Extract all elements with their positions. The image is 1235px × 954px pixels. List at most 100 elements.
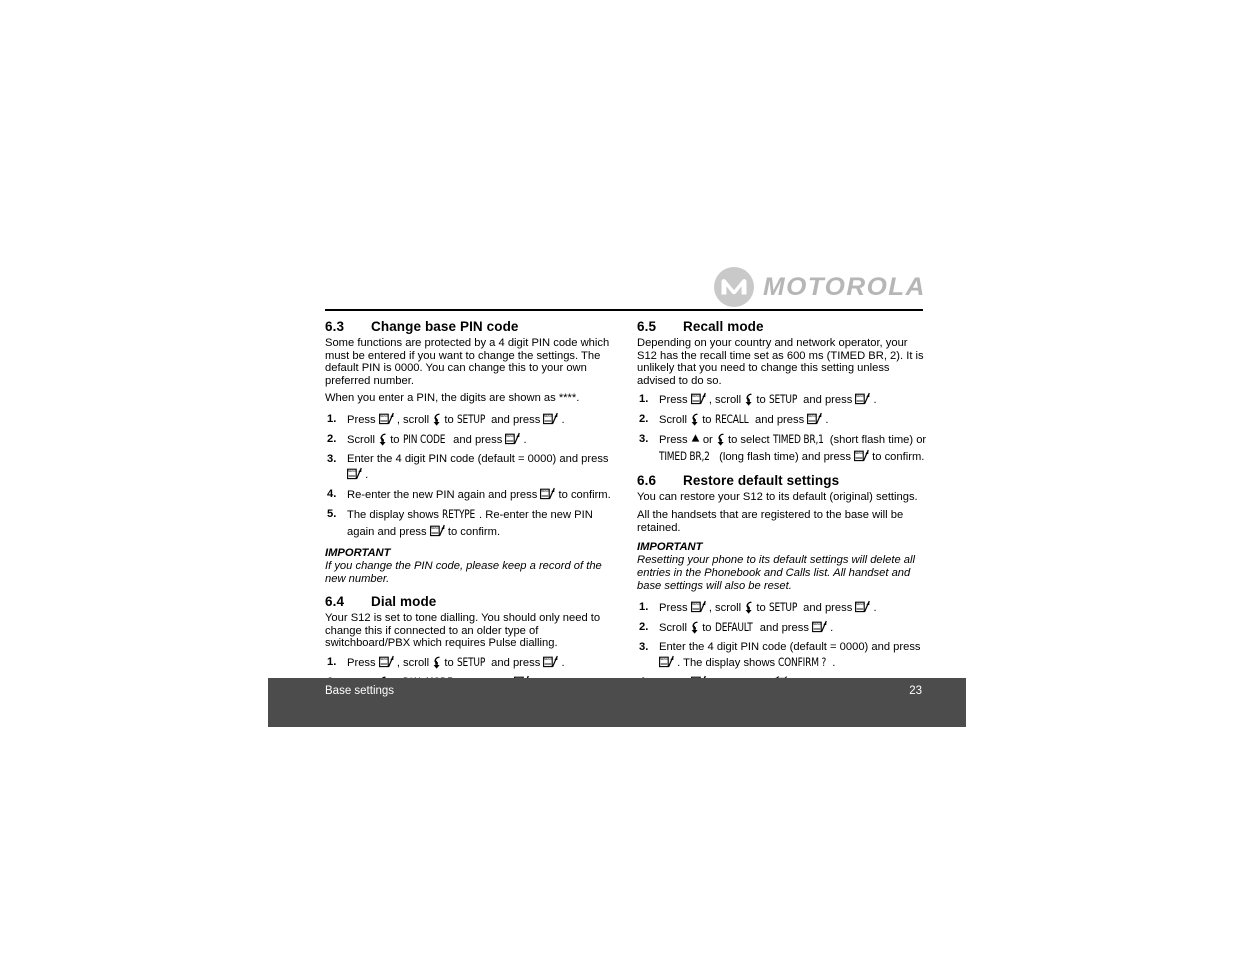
step-text: to confirm. <box>555 489 611 502</box>
svg-text:MENU: MENU <box>507 434 515 438</box>
step-text: . <box>558 413 565 426</box>
step-list: Press MENU , scroll to SETUP and press M… <box>637 392 929 465</box>
menu-softkey-icon: MENU <box>543 412 559 425</box>
step-list: Press MENU , scroll to SETUP and press M… <box>325 412 617 541</box>
scroll-down-handset-icon <box>744 393 753 406</box>
section-heading: 6.5 Recall mode <box>637 318 929 335</box>
footer-page-number: 23 <box>909 685 922 697</box>
step-text: and press <box>488 656 544 669</box>
scroll-down-handset-icon <box>744 601 753 614</box>
step-text: . <box>558 656 565 669</box>
step-text: . <box>870 394 877 407</box>
document-page: MOTOROLA 6.3 Change base PIN code Some fun… <box>0 0 1235 954</box>
motorola-batwing-icon <box>714 267 754 307</box>
step-text: . The display shows <box>674 657 779 670</box>
section-heading: 6.4 Dial mode <box>325 593 617 610</box>
step-text: . <box>362 469 369 482</box>
menu-softkey-icon: MENU <box>690 392 706 405</box>
display-text: SETUP <box>456 654 485 669</box>
section-paragraph: You can restore your S12 to its default … <box>637 491 918 504</box>
svg-text:MENU: MENU <box>857 394 865 398</box>
step-item: Enter the 4 digit PIN code (default = 00… <box>325 452 617 484</box>
step-item: Scroll to PIN CODE and press MENU . <box>325 432 617 449</box>
step-text: , scroll <box>705 394 745 407</box>
step-item: Press MENU , scroll to SETUP and press M… <box>325 655 617 672</box>
step-text: and press <box>800 394 856 407</box>
section-number: 6.5 <box>637 319 657 334</box>
step-text: The display shows <box>347 509 443 522</box>
section-title: Recall mode <box>683 319 764 334</box>
section-number: 6.4 <box>325 594 345 610</box>
header-divider-rule <box>325 309 923 311</box>
important-heading: IMPORTANT <box>637 541 703 554</box>
step-text: to select <box>724 434 773 447</box>
svg-text:MENU: MENU <box>431 526 439 530</box>
section-title: Dial mode <box>371 594 437 610</box>
step-text: (long flash time) and press <box>716 450 855 463</box>
menu-softkey-icon: MENU <box>378 412 394 425</box>
display-text: RECALL <box>714 412 749 427</box>
step-text: Press <box>659 394 691 407</box>
svg-text:MENU: MENU <box>857 602 865 606</box>
step-text: Enter the 4 digit PIN code (default = 00… <box>659 640 921 653</box>
menu-softkey-icon: MENU <box>540 487 556 500</box>
section-heading: 6.6 Restore default settings <box>637 472 929 489</box>
step-text: Scroll <box>659 621 691 634</box>
step-item: Enter the 4 digit PIN code (default = 00… <box>637 640 929 672</box>
step-text: Press <box>659 601 691 614</box>
step-text: Press <box>347 413 379 426</box>
display-text: DEFAULT <box>714 619 753 634</box>
display-text: SETUP <box>768 599 797 614</box>
step-text: . <box>827 621 834 634</box>
step-item: Press or to select TIMED BR,1 (short flas… <box>637 432 929 465</box>
step-item: Re-enter the new PIN again and press MEN… <box>325 487 617 504</box>
section-heading: 6.3 Change base PIN code <box>325 318 617 335</box>
section-paragraph: When you enter a PIN, the digits are sho… <box>325 392 580 405</box>
step-item: Scroll to RECALL and press MENU . <box>637 412 929 429</box>
menu-softkey-icon: MENU <box>659 655 674 668</box>
menu-softkey-icon: MENU <box>429 524 445 537</box>
menu-softkey-icon: MENU <box>812 620 827 633</box>
menu-softkey-icon: MENU <box>855 600 871 613</box>
step-item: Press MENU , scroll to SETUP and press M… <box>325 412 617 429</box>
step-item: The display shows RETYPE. Re-enter the n… <box>325 507 617 540</box>
step-text: . <box>822 414 829 427</box>
step-text: to confirm. <box>444 525 501 538</box>
scroll-down-handset-icon <box>690 621 699 634</box>
scroll-down-handset-icon <box>432 413 441 426</box>
svg-text:MENU: MENU <box>692 394 700 398</box>
step-text: and press <box>450 433 506 446</box>
section-title: Change base PIN code <box>371 319 519 334</box>
step-text: or <box>699 434 716 447</box>
section-number: 6.3 <box>325 319 345 334</box>
svg-text:MENU: MENU <box>348 469 356 473</box>
svg-text:MENU: MENU <box>545 657 553 661</box>
step-text: . <box>520 433 527 446</box>
menu-softkey-icon: MENU <box>543 655 559 668</box>
important-heading: IMPORTANT <box>325 547 391 560</box>
step-text: Press <box>659 434 691 447</box>
page-footer-bar: Base settings 23 <box>268 678 966 727</box>
step-item: Scroll to DEFAULT and press MENU . <box>637 620 929 637</box>
step-text: to <box>753 394 769 407</box>
step-text: and press <box>756 621 813 634</box>
important-body: If you change the PIN code, please keep … <box>325 560 602 586</box>
display-text: CONFIRM ? <box>778 655 827 670</box>
step-text: Enter the 4 digit PIN code (default = 00… <box>347 452 609 465</box>
step-text: to <box>753 601 769 614</box>
step-text: Scroll <box>659 414 691 427</box>
display-text: TIMED BR,1 <box>772 432 824 447</box>
display-text: PIN CODE <box>402 431 446 446</box>
menu-softkey-icon: MENU <box>807 412 823 425</box>
svg-text:MENU: MENU <box>541 489 549 493</box>
svg-text:MENU: MENU <box>545 414 553 418</box>
section-paragraph: Some functions are protected by a 4 digi… <box>325 337 610 387</box>
step-text: to <box>699 621 715 634</box>
menu-softkey-icon: MENU <box>505 432 521 445</box>
section-paragraph: Depending on your country and network op… <box>637 337 924 387</box>
step-item: Press MENU , scroll to SETUP and press M… <box>637 600 929 617</box>
step-text: Re-enter the new PIN again and press <box>347 489 541 502</box>
footer-chapter-label: Base settings <box>325 685 395 697</box>
svg-text:MENU: MENU <box>660 657 668 661</box>
motorola-wordmark: MOTOROLA <box>763 272 926 301</box>
